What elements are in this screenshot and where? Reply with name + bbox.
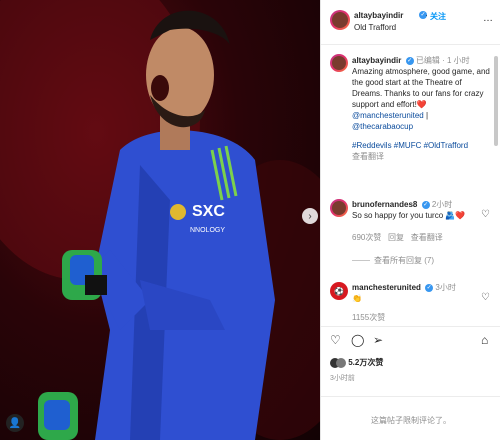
hashtags-link[interactable]: #Reddevils #MUFC #OldTrafford bbox=[352, 141, 468, 150]
heart-icon[interactable]: ♡ bbox=[481, 292, 490, 303]
translate-link[interactable]: 查看翻译 bbox=[352, 152, 384, 161]
more-icon[interactable]: … bbox=[483, 13, 493, 24]
mention-separator: | bbox=[425, 111, 429, 120]
post-actions: ♡ ◯ ➢ ⌂ 5.2万次赞 3小时前 bbox=[321, 326, 500, 397]
comment-username[interactable]: brunofernandes8 bbox=[352, 200, 417, 209]
likes-row: 5.2万次赞 bbox=[330, 357, 383, 368]
instagram-post-modal: SXC NNOLOGY 👤 › altaybayindir ✓ · 关注 Old… bbox=[0, 0, 500, 440]
comment-likes[interactable]: 690次赞 bbox=[352, 233, 381, 242]
comment-icon[interactable]: ◯ bbox=[351, 333, 364, 347]
caption-heart: ❤️ bbox=[416, 100, 427, 109]
share-icon[interactable]: ➢ bbox=[373, 333, 383, 347]
author-avatar[interactable] bbox=[330, 10, 350, 30]
comments-disabled-text: 这篇帖子限制评论了。 bbox=[371, 416, 451, 425]
comment-username[interactable]: manchesterunited bbox=[352, 283, 421, 292]
goalkeeper-celebration-image: SXC NNOLOGY bbox=[0, 0, 320, 440]
caption-body: Amazing atmosphere, good game, and the g… bbox=[352, 66, 492, 162]
post-photo[interactable]: SXC NNOLOGY 👤 › bbox=[0, 0, 320, 440]
comment-time: 3小时 bbox=[435, 283, 456, 292]
likes-count[interactable]: 5.2万次赞 bbox=[348, 358, 383, 367]
comment-actions: 690次赞 回复 查看翻译 bbox=[352, 232, 443, 243]
mention-link[interactable]: @manchesterunited bbox=[352, 111, 424, 120]
comment-meta: manchesterunited ✓ 3小时 bbox=[352, 282, 456, 293]
caption-avatar[interactable] bbox=[330, 54, 348, 72]
edited-label: 已编辑 bbox=[415, 56, 440, 65]
bookmark-icon[interactable]: ⌂ bbox=[481, 333, 488, 347]
caption-meta: altaybayindir ✓ 已编辑 · 1 小时 bbox=[352, 56, 470, 65]
manutd-avatar[interactable]: ⚽ bbox=[330, 282, 348, 300]
comment-text: So so happy for you turco 🫂❤️ bbox=[352, 211, 466, 220]
reply-button[interactable]: 回复 bbox=[388, 233, 404, 242]
post-header: altaybayindir ✓ · 关注 Old Trafford … bbox=[321, 0, 500, 45]
comment-avatar[interactable] bbox=[330, 199, 348, 217]
verified-badge-icon: ✓ bbox=[421, 200, 430, 209]
view-replies[interactable]: 查看所有回复 (7) bbox=[352, 255, 434, 266]
caption-username[interactable]: altaybayindir bbox=[352, 56, 401, 65]
comment-box: 这篇帖子限制评论了。 bbox=[321, 396, 500, 441]
tagged-user-icon[interactable]: 👤 bbox=[6, 414, 24, 432]
post-time: 1 小时 bbox=[446, 56, 470, 65]
svg-text:SXC: SXC bbox=[192, 203, 225, 220]
svg-text:NNOLOGY: NNOLOGY bbox=[190, 227, 225, 234]
heart-icon[interactable]: ♡ bbox=[481, 209, 490, 220]
post-location[interactable]: Old Trafford bbox=[354, 23, 396, 32]
comment-meta: brunofernandes8 ✓ 2小时 bbox=[352, 199, 452, 210]
liker-avatar[interactable] bbox=[336, 357, 346, 368]
mention-link[interactable]: @thecarabaocup bbox=[352, 122, 413, 131]
dot-separator: · bbox=[425, 11, 428, 20]
scrollbar[interactable] bbox=[494, 56, 498, 146]
comment-likes[interactable]: 1155次赞 bbox=[352, 312, 385, 323]
post-age: 3小时前 bbox=[330, 375, 355, 382]
follow-button[interactable]: 关注 bbox=[430, 11, 446, 22]
verified-badge-icon: ✓ bbox=[405, 56, 414, 65]
chevron-right-icon[interactable]: › bbox=[302, 208, 318, 224]
verified-badge-icon: ✓ bbox=[425, 283, 434, 292]
post-sidebar: altaybayindir ✓ · 关注 Old Trafford … alta… bbox=[320, 0, 500, 440]
translate-link[interactable]: 查看翻译 bbox=[411, 233, 443, 242]
author-username[interactable]: altaybayindir bbox=[354, 11, 403, 20]
comment-text: 👏 bbox=[352, 294, 362, 303]
comment-time: 2小时 bbox=[431, 200, 453, 209]
heart-icon[interactable]: ♡ bbox=[330, 333, 341, 347]
